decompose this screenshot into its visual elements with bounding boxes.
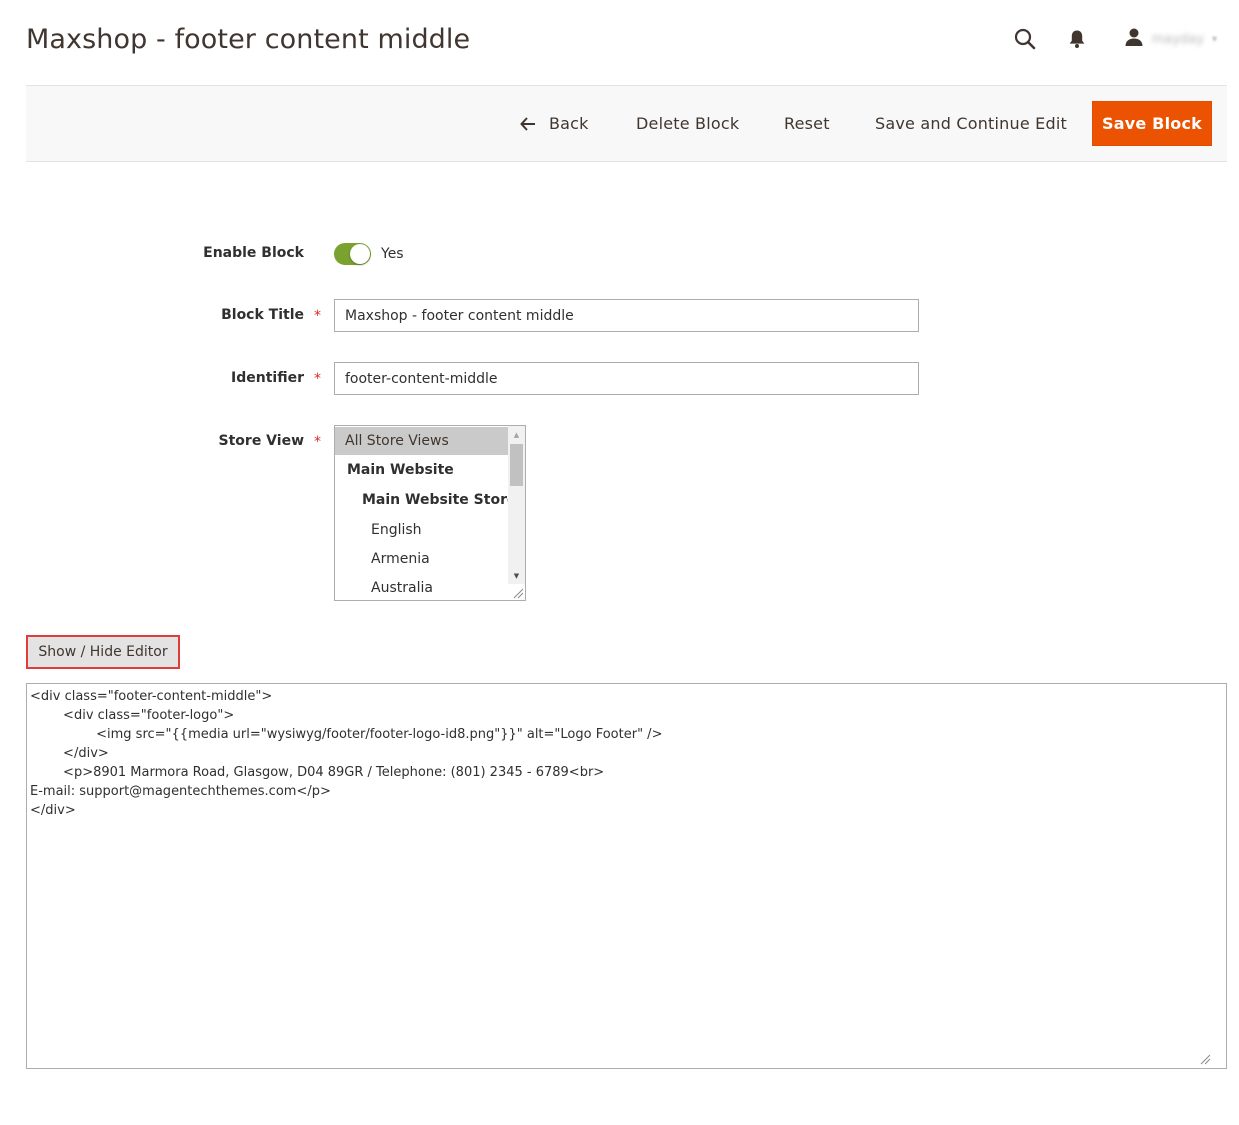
header-actions: mayday ▾ [1010, 24, 1217, 54]
scroll-down-arrow-icon[interactable]: ▼ [508, 567, 525, 584]
scroll-up-arrow-icon[interactable]: ▲ [508, 426, 525, 443]
resize-grip-icon[interactable] [1199, 1053, 1211, 1065]
store-option-armenia[interactable]: Armenia [335, 545, 508, 573]
arrow-left-icon [520, 116, 535, 131]
identifier-input[interactable] [334, 362, 919, 395]
enable-block-label: Enable Block [203, 245, 304, 261]
store-view-label: Store View [218, 433, 304, 449]
required-marker: * [314, 371, 321, 387]
content-textarea[interactable]: <div class="footer-content-middle"> <div… [26, 683, 1227, 1069]
back-label: Back [549, 114, 589, 133]
save-and-continue-button[interactable]: Save and Continue Edit [875, 114, 1067, 133]
store-optgroup-website: Main Website [347, 462, 454, 478]
toggle-knob [350, 244, 370, 264]
store-option-australia[interactable]: Australia [335, 574, 508, 600]
user-icon [1124, 27, 1144, 51]
show-hide-editor-button[interactable]: Show / Hide Editor [26, 635, 180, 669]
back-button[interactable]: Back [520, 114, 589, 133]
save-block-button[interactable]: Save Block [1092, 101, 1212, 146]
delete-block-button[interactable]: Delete Block [636, 114, 739, 133]
user-name: mayday [1151, 31, 1204, 47]
enable-block-value: Yes [381, 246, 404, 262]
reset-button[interactable]: Reset [784, 114, 830, 133]
chevron-down-icon: ▾ [1211, 33, 1217, 45]
store-option-all[interactable]: All Store Views [335, 427, 508, 455]
store-view-multiselect[interactable]: All Store Views Main Website Main Websit… [334, 425, 526, 601]
enable-block-toggle[interactable] [334, 243, 371, 265]
scrollbar-thumb[interactable] [510, 444, 523, 486]
bell-icon[interactable] [1062, 24, 1092, 54]
store-optgroup-store: Main Website Store [362, 492, 517, 508]
block-title-label: Block Title [221, 307, 304, 323]
resize-grip-icon[interactable] [510, 585, 524, 599]
search-icon[interactable] [1010, 24, 1040, 54]
required-marker: * [314, 308, 321, 324]
identifier-label: Identifier [231, 370, 304, 386]
page-actions-bar: Back Delete Block Reset Save and Continu… [26, 85, 1227, 162]
required-marker: * [314, 434, 321, 450]
store-option-english[interactable]: English [335, 516, 508, 544]
user-menu[interactable]: mayday ▾ [1124, 27, 1217, 51]
page-title: Maxshop - footer content middle [26, 24, 471, 55]
block-title-input[interactable] [334, 299, 919, 332]
